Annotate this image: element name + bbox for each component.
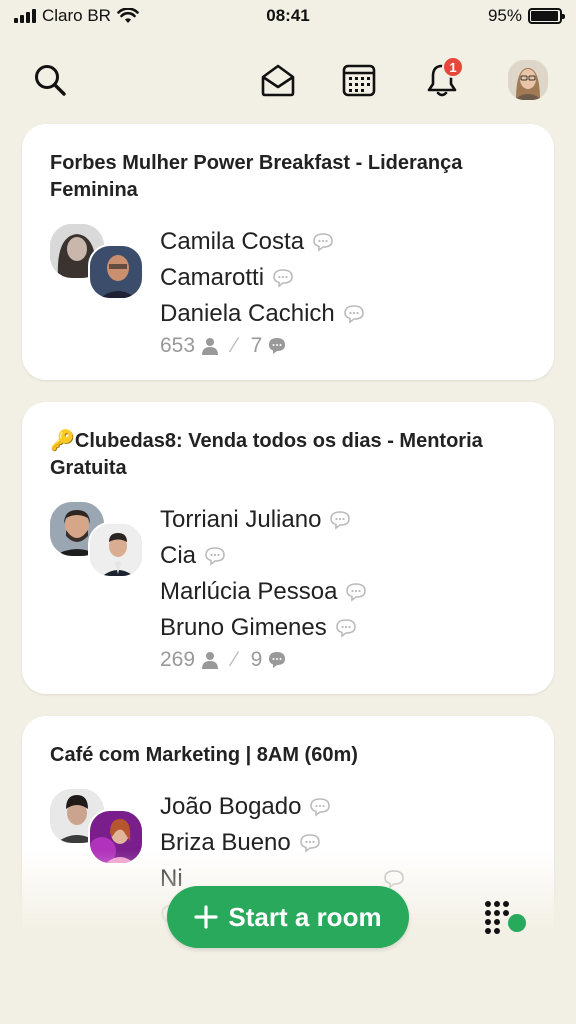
room-card[interactable]: 🔑Clubedas8: Venda todos os dias - Mentor… bbox=[22, 402, 554, 694]
battery-percent: 95% bbox=[487, 6, 522, 25]
start-room-label: Start a room bbox=[228, 901, 382, 932]
speech-bubble-icon bbox=[335, 618, 357, 638]
speaker-name: Torriani Juliano bbox=[160, 506, 322, 533]
calendar-icon bbox=[342, 64, 376, 97]
person-icon bbox=[202, 652, 219, 669]
battery-icon bbox=[528, 8, 565, 24]
stats-separator: ∕ bbox=[233, 334, 237, 357]
speech-bubble-icon bbox=[345, 582, 367, 602]
speaker-name: João Bogado bbox=[160, 793, 302, 820]
plus-icon bbox=[194, 905, 219, 929]
speaker-avatar bbox=[88, 244, 144, 300]
speaker-name: Camarotti bbox=[160, 264, 265, 291]
chat-bubble-icon bbox=[269, 652, 286, 668]
listener-count: 653 bbox=[160, 334, 196, 357]
speaker-row: João Bogado bbox=[160, 789, 526, 825]
status-bar: Claro BR 08:41 95% bbox=[0, 0, 576, 32]
status-right: 95% bbox=[487, 6, 565, 26]
profile-avatar bbox=[508, 60, 548, 100]
speech-bubble-icon bbox=[272, 268, 294, 288]
speaker-name: Daniela Cachich bbox=[160, 300, 335, 327]
speaker-count: 9 bbox=[250, 648, 263, 671]
room-avatars bbox=[50, 224, 160, 304]
status-left: Claro BR bbox=[14, 6, 139, 26]
battery-fill bbox=[531, 11, 558, 21]
room-avatars bbox=[50, 502, 160, 582]
speech-bubble-icon bbox=[343, 304, 365, 324]
speaker-name: Camila Costa bbox=[160, 228, 305, 255]
profile-button[interactable] bbox=[504, 56, 552, 104]
speech-bubble-icon bbox=[312, 232, 334, 252]
stats-separator: ∕ bbox=[233, 648, 237, 671]
dots-grid-icon bbox=[485, 901, 526, 934]
calendar-button[interactable] bbox=[335, 56, 383, 104]
speaker-name: Cia bbox=[160, 542, 197, 569]
search-icon bbox=[35, 65, 66, 96]
top-nav: 1 bbox=[0, 56, 576, 106]
search-button[interactable] bbox=[26, 56, 74, 104]
start-room-button[interactable]: Start a room bbox=[167, 886, 409, 948]
speaker-list: Camila Costa Camarotti Daniela Cachich 6… bbox=[160, 224, 526, 358]
speaker-name: Marlúcia Pessoa bbox=[160, 578, 338, 605]
status-time: 08:41 bbox=[266, 6, 310, 25]
speaker-row: Bruno Gimenes bbox=[160, 610, 526, 646]
speaker-row: Torriani Juliano bbox=[160, 502, 526, 538]
room-title: Forbes Mulher Power Breakfast - Lideranç… bbox=[50, 152, 463, 201]
speech-bubble-icon bbox=[309, 797, 331, 817]
speaker-row: Camarotti bbox=[160, 260, 526, 296]
speaker-row: Daniela Cachich bbox=[160, 296, 526, 332]
invite-button[interactable] bbox=[254, 56, 302, 104]
speaker-name: Bruno Gimenes bbox=[160, 614, 327, 641]
speaker-count: 7 bbox=[250, 334, 263, 357]
speaker-row: Cia bbox=[160, 538, 526, 574]
online-users-button[interactable] bbox=[480, 896, 532, 938]
room-title: 🔑Clubedas8: Venda todos os dias - Mentor… bbox=[50, 430, 483, 479]
chat-bubble-icon bbox=[269, 338, 286, 354]
wifi-icon bbox=[117, 8, 139, 23]
listener-count: 269 bbox=[160, 648, 196, 671]
speech-bubble-icon bbox=[329, 510, 351, 530]
speech-bubble-icon bbox=[204, 546, 226, 566]
envelope-open-icon bbox=[261, 64, 295, 97]
notifications-button[interactable]: 1 bbox=[418, 56, 466, 104]
carrier-label: Claro BR bbox=[42, 6, 111, 25]
person-icon bbox=[202, 338, 219, 355]
speaker-avatar bbox=[88, 522, 144, 578]
speaker-list: Torriani Juliano Cia Marlúcia Pessoa Bru… bbox=[160, 502, 526, 672]
signal-icon bbox=[14, 9, 36, 23]
speaker-row: Camila Costa bbox=[160, 224, 526, 260]
room-title: Café com Marketing | 8AM (60m) bbox=[50, 744, 358, 766]
room-stats: 653 ∕ 7 bbox=[160, 334, 526, 358]
speaker-row: Marlúcia Pessoa bbox=[160, 574, 526, 610]
notification-badge: 1 bbox=[442, 56, 464, 78]
room-card[interactable]: Forbes Mulher Power Breakfast - Lideranç… bbox=[22, 124, 554, 380]
room-stats: 269 ∕ 9 bbox=[160, 648, 526, 672]
